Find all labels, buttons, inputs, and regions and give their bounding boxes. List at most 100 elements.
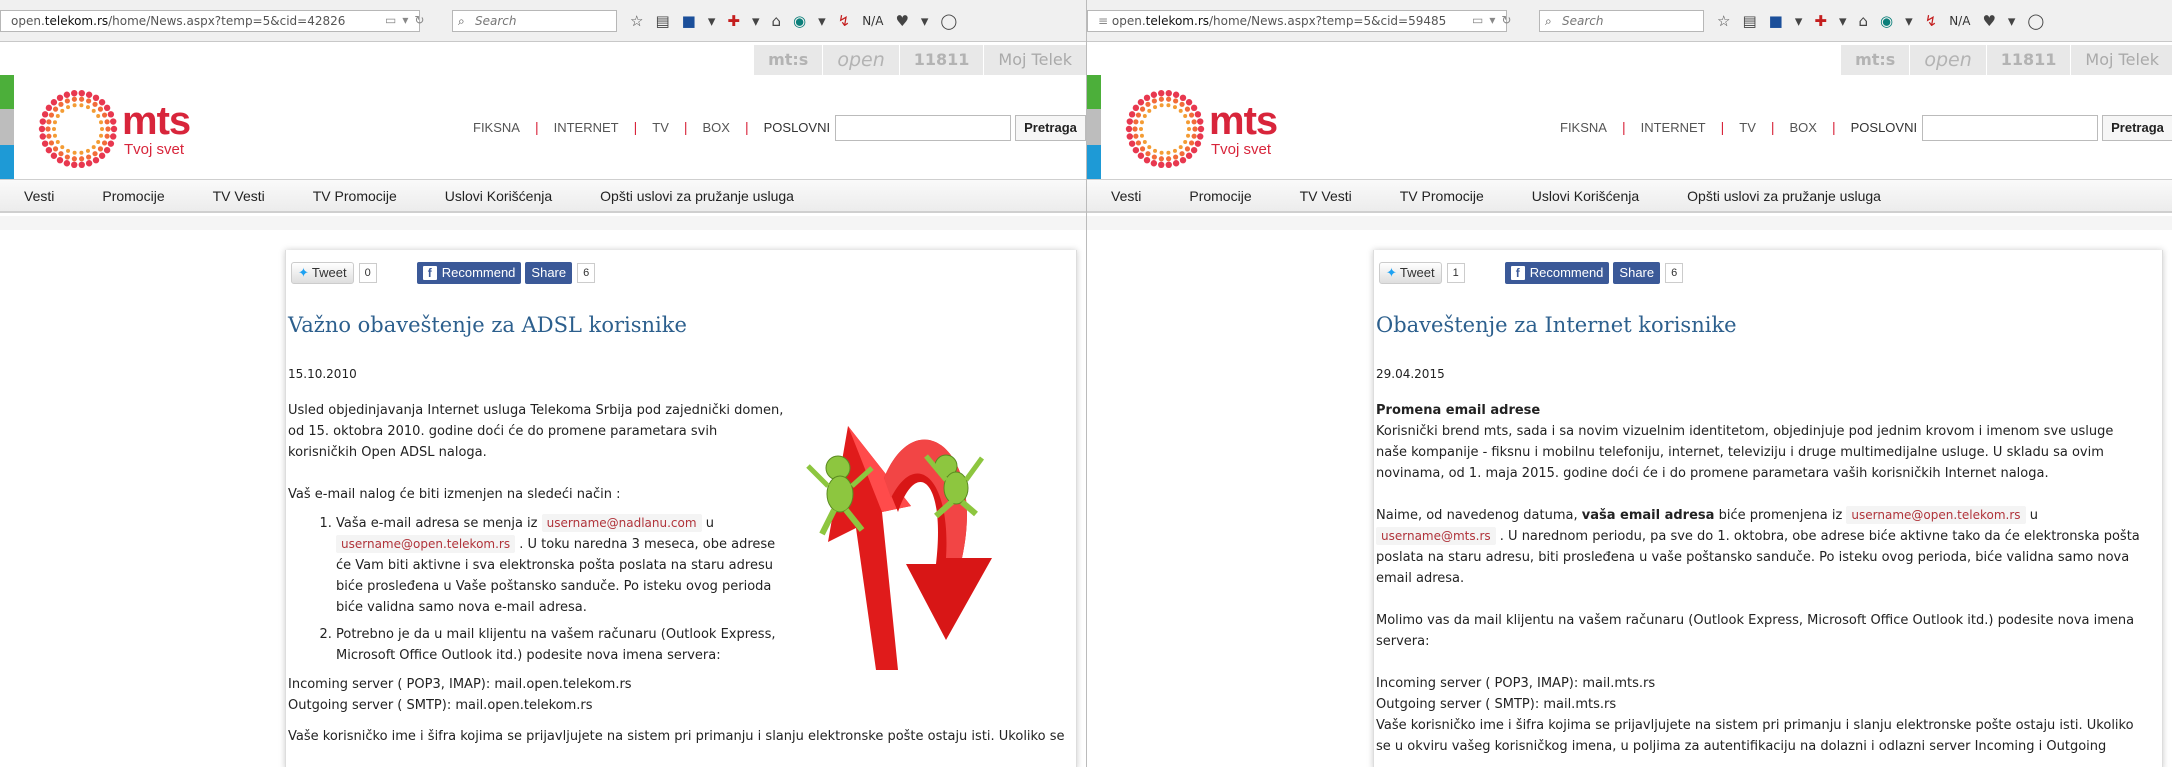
tweet-button[interactable]: ✦ Tweet <box>291 262 354 284</box>
tweet-label: Tweet <box>1399 265 1435 280</box>
globe-icon[interactable]: ◉ <box>1880 12 1893 30</box>
brand-tab-mts[interactable]: mt:s <box>1840 45 1910 75</box>
dropdown-icon[interactable]: ▾ <box>2008 12 2016 30</box>
address-bar[interactable]: ≡ open.telekom.rs/home/News.aspx?temp=5&… <box>1087 10 1507 32</box>
logo-text[interactable]: mts <box>122 101 191 141</box>
top-nav-tv[interactable]: TV <box>1724 120 1771 135</box>
top-nav-fiksna[interactable]: FIKSNA <box>458 120 535 135</box>
mts-logo-icon[interactable] <box>38 89 118 169</box>
addon-plus-icon[interactable]: ✚ <box>1814 12 1827 30</box>
article-date: 15.10.2010 <box>288 367 357 381</box>
social-bar: ✦ Tweet 1 f Recommend Share 6 <box>1379 262 1684 284</box>
bookmark-star-icon[interactable]: ☆ <box>1717 12 1730 30</box>
nav-promocije[interactable]: Promocije <box>1165 188 1275 204</box>
site-search-input[interactable] <box>1922 115 2098 141</box>
twitter-bird-icon: ✦ <box>1386 265 1397 280</box>
top-nav-internet[interactable]: INTERNET <box>1626 120 1721 135</box>
reload-icon[interactable]: ↻ <box>414 13 430 27</box>
chart-icon[interactable]: ↯ <box>1925 12 1938 30</box>
logo-text[interactable]: mts <box>1209 101 1278 141</box>
nav-promocije[interactable]: Promocije <box>78 188 188 204</box>
search-input[interactable]: ⌕ Search <box>1539 10 1704 32</box>
chart-icon[interactable]: ↯ <box>838 12 851 30</box>
reader-icon[interactable]: ▭ <box>385 13 402 27</box>
dropdown-icon[interactable]: ▾ <box>921 12 929 30</box>
brand-tab-open[interactable]: open <box>1909 45 1986 75</box>
nav-uslovi[interactable]: Uslovi Korišćenja <box>421 188 576 204</box>
bold-text: vaša email adresa <box>1581 508 1715 523</box>
site-search-button[interactable]: Pretraga <box>2102 115 2172 141</box>
dropdown-icon[interactable]: ▾ <box>708 12 716 30</box>
logo-tagline: Tvoj svet <box>124 141 185 158</box>
brand-tab-moj-telekom[interactable]: Moj Telek <box>2070 45 2172 75</box>
dropdown-icon[interactable]: ▾ <box>402 13 414 27</box>
tweet-count: 1 <box>1446 263 1465 283</box>
incoming-server: Incoming server ( POP3, IMAP): mail.open… <box>288 677 632 692</box>
save-icon[interactable]: ■ <box>1769 12 1783 30</box>
pocket-icon[interactable]: ♥ <box>895 12 908 30</box>
brand-strip: mt:s open 11811 Moj Telek <box>1087 45 2172 75</box>
addon-plus-icon[interactable]: ✚ <box>727 12 740 30</box>
share-button[interactable]: Share <box>1613 262 1661 284</box>
dropdown-icon[interactable]: ▾ <box>1905 12 1913 30</box>
home-icon[interactable]: ⌂ <box>1858 12 1868 30</box>
chat-icon[interactable]: ◯ <box>940 12 957 30</box>
top-nav-box[interactable]: BOX <box>1775 120 1832 135</box>
dropdown-icon[interactable]: ▾ <box>1839 12 1847 30</box>
paragraph: Vaše korisničko ime i šifra kojima se pr… <box>1376 718 2134 754</box>
home-icon[interactable]: ⌂ <box>771 12 781 30</box>
outgoing-server: Outgoing server ( SMTP): mail.open.telek… <box>288 698 593 713</box>
paragraph: Molimo vas da mail klijentu na vašem rač… <box>1376 613 2135 649</box>
brand-tab-11811[interactable]: 11811 <box>898 45 984 75</box>
brand-tab-mts[interactable]: mt:s <box>753 45 823 75</box>
url-path: /home/News.aspx?temp=5&cid=42826 <box>108 14 346 28</box>
nav-tv-vesti[interactable]: TV Vesti <box>189 188 289 204</box>
top-nav-box[interactable]: BOX <box>688 120 745 135</box>
nav-tv-promocije[interactable]: TV Promocije <box>289 188 421 204</box>
top-nav-poslovni[interactable]: POSLOVNI <box>1836 120 1932 135</box>
paragraph: Naime, od navedenog datuma, vaša email a… <box>1376 505 2146 589</box>
reload-icon[interactable]: ↻ <box>1501 13 1517 27</box>
instruction-list: Vaša e-mail adresa se menja iz username@… <box>288 513 788 666</box>
save-icon[interactable]: ■ <box>682 12 696 30</box>
top-nav-fiksna[interactable]: FIKSNA <box>1545 120 1622 135</box>
site-header: mts Tvoj svet FIKSNA | INTERNET | TV | BOX |… <box>1087 75 2172 179</box>
bookmarks-list-icon[interactable]: ▤ <box>655 12 669 30</box>
site-search-input[interactable] <box>835 115 1011 141</box>
dropdown-icon[interactable]: ▾ <box>1795 12 1803 30</box>
address-bar[interactable]: open.telekom.rs/home/News.aspx?temp=5&ci… <box>0 10 420 32</box>
nav-tv-vesti[interactable]: TV Vesti <box>1276 188 1376 204</box>
recommend-button[interactable]: f Recommend <box>416 262 522 284</box>
browser-window-left: open.telekom.rs/home/News.aspx?temp=5&ci… <box>0 0 1086 767</box>
bookmark-star-icon[interactable]: ☆ <box>630 12 643 30</box>
top-nav-internet[interactable]: INTERNET <box>539 120 634 135</box>
search-icon: ⌕ <box>1545 14 1552 28</box>
nav-opsti-uslovi[interactable]: Opšti uslovi za pružanje usluga <box>1663 188 1905 204</box>
dropdown-icon[interactable]: ▾ <box>818 12 826 30</box>
reader-icon[interactable]: ▭ <box>1472 13 1489 27</box>
brand-tab-11811[interactable]: 11811 <box>1985 45 2071 75</box>
brand-tab-open[interactable]: open <box>822 45 899 75</box>
search-input[interactable]: ⌕ Search <box>452 10 617 32</box>
search-icon: ⌕ <box>458 14 465 28</box>
globe-icon[interactable]: ◉ <box>793 12 806 30</box>
dropdown-icon[interactable]: ▾ <box>1489 13 1501 27</box>
mts-logo-icon[interactable] <box>1125 89 1205 169</box>
recommend-button[interactable]: f Recommend <box>1504 262 1610 284</box>
nav-opsti-uslovi[interactable]: Opšti uslovi za pružanje usluga <box>576 188 818 204</box>
top-nav-tv[interactable]: TV <box>637 120 684 135</box>
nav-uslovi[interactable]: Uslovi Korišćenja <box>1508 188 1663 204</box>
bookmarks-list-icon[interactable]: ▤ <box>1742 12 1756 30</box>
pocket-icon[interactable]: ♥ <box>1982 12 1995 30</box>
brand-tab-moj-telekom[interactable]: Moj Telek <box>983 45 1086 75</box>
dropdown-icon[interactable]: ▾ <box>752 12 760 30</box>
tweet-button[interactable]: ✦ Tweet <box>1379 262 1442 284</box>
chat-icon[interactable]: ◯ <box>2027 12 2044 30</box>
nav-vesti[interactable]: Vesti <box>0 188 78 204</box>
article-title: Obaveštenje za Internet korisnike <box>1376 313 1737 337</box>
nav-vesti[interactable]: Vesti <box>1087 188 1165 204</box>
site-search-button[interactable]: Pretraga <box>1015 115 1086 141</box>
share-button[interactable]: Share <box>525 262 573 284</box>
nav-tv-promocije[interactable]: TV Promocije <box>1376 188 1508 204</box>
top-nav-poslovni[interactable]: POSLOVNI <box>749 120 845 135</box>
